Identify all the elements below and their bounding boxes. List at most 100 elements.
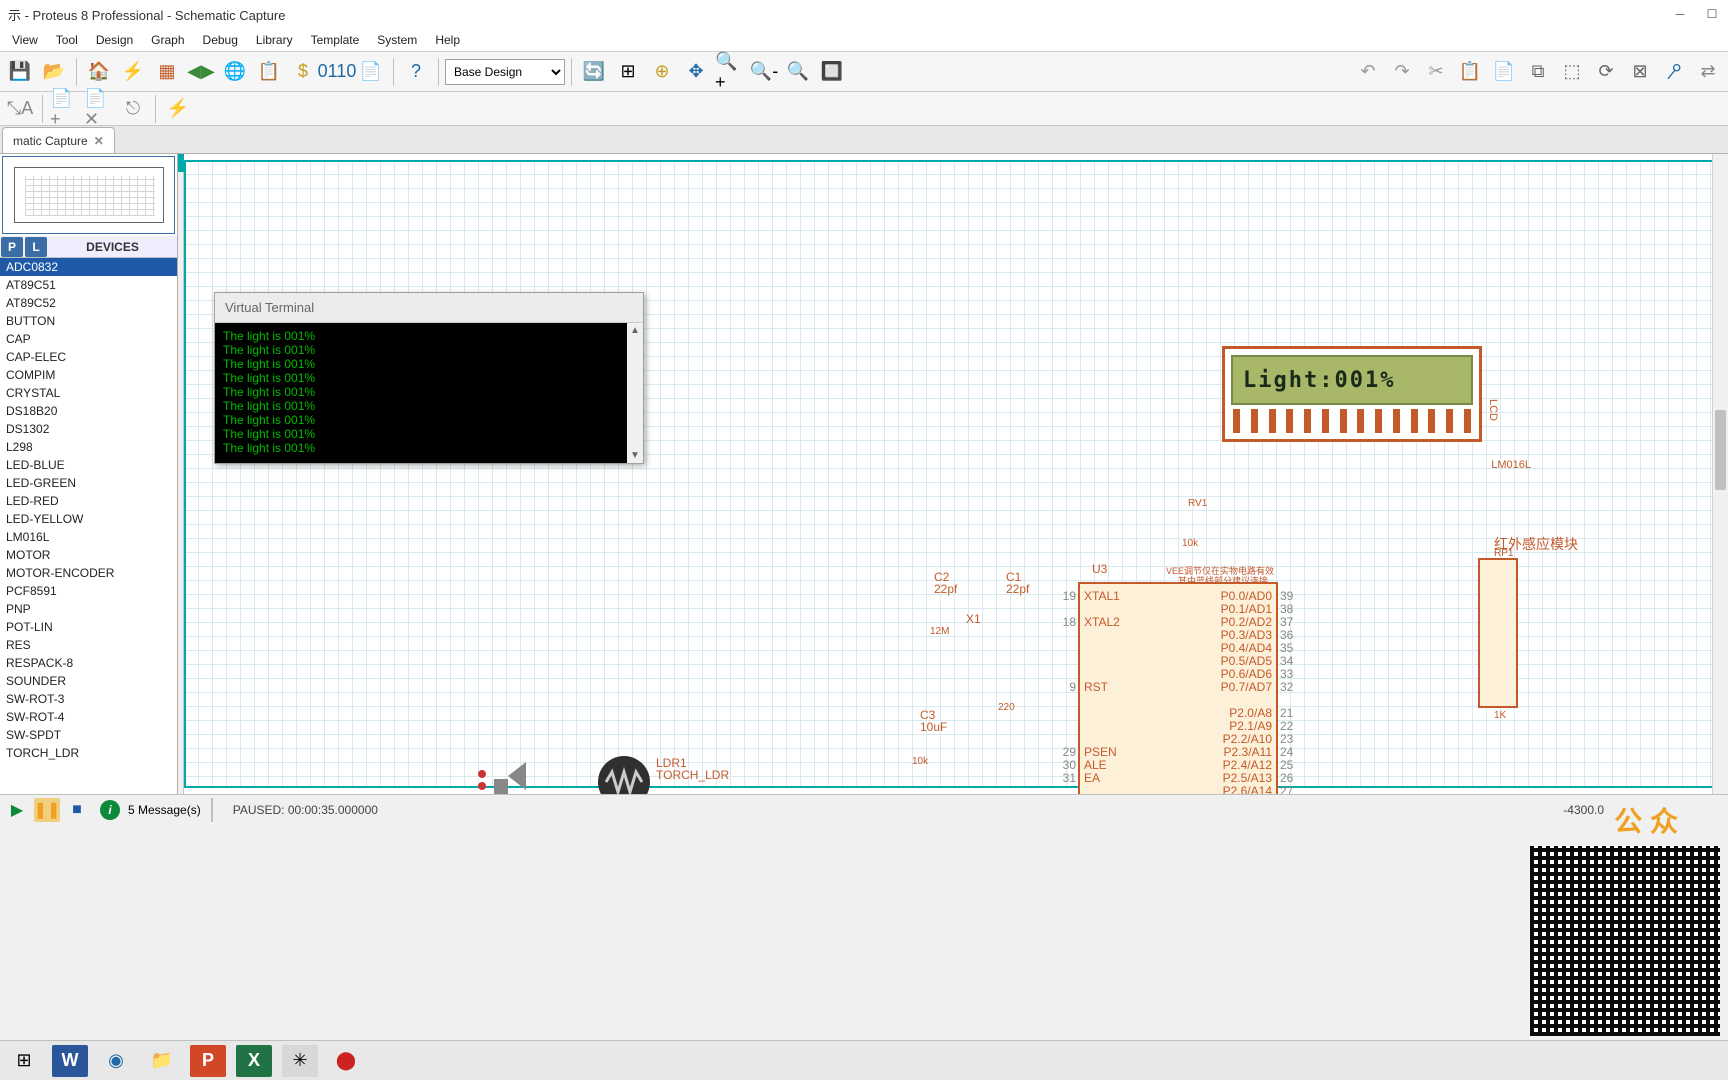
canvas-scrollbar-vertical[interactable] <box>1712 154 1728 794</box>
gerber-icon[interactable]: 🌐 <box>219 56 251 88</box>
device-item[interactable]: LED-YELLOW <box>0 510 177 528</box>
menu-help[interactable]: Help <box>427 31 468 49</box>
zoom-fit-icon[interactable]: 🔍 <box>782 56 814 88</box>
device-item[interactable]: CAP-ELEC <box>0 348 177 366</box>
bom-icon[interactable]: 📋 <box>253 56 285 88</box>
sounder-icon[interactable] <box>494 762 534 790</box>
home-icon[interactable]: 🏠 <box>83 56 115 88</box>
device-item[interactable]: AT89C52 <box>0 294 177 312</box>
libraries-button[interactable]: L <box>25 237 47 257</box>
device-item[interactable]: RESPACK-8 <box>0 654 177 672</box>
virtual-terminal-window[interactable]: Virtual Terminal The light is 001%The li… <box>214 292 644 464</box>
menu-graph[interactable]: Graph <box>143 31 192 49</box>
proteus-taskbar-icon[interactable]: ✳ <box>282 1045 318 1077</box>
device-item[interactable]: LED-BLUE <box>0 456 177 474</box>
window-maximize-button[interactable]: ☐ <box>1704 7 1720 21</box>
undo-icon[interactable]: ↶ <box>1352 56 1384 88</box>
menu-design[interactable]: Design <box>88 31 141 49</box>
device-item[interactable]: MOTOR-ENCODER <box>0 564 177 582</box>
taskview-icon[interactable]: ⊞ <box>6 1045 42 1077</box>
pick-parts-button[interactable]: P <box>1 237 23 257</box>
device-item[interactable]: CAP <box>0 330 177 348</box>
device-item[interactable]: COMPIM <box>0 366 177 384</box>
message-badge-icon[interactable]: i <box>100 800 120 820</box>
schematic-icon[interactable]: ⚡ <box>117 56 149 88</box>
device-item[interactable]: POT-LIN <box>0 618 177 636</box>
device-list[interactable]: ADC0832AT89C51AT89C52BUTTONCAPCAP-ELECCO… <box>0 258 177 794</box>
lightning-icon[interactable]: ⚡ <box>162 93 194 125</box>
menu-system[interactable]: System <box>369 31 425 49</box>
device-item[interactable]: SW-ROT-4 <box>0 708 177 726</box>
excel-icon[interactable]: X <box>236 1045 272 1077</box>
device-item[interactable]: SOUNDER <box>0 672 177 690</box>
paste-icon[interactable]: 📄 <box>1488 56 1520 88</box>
tab-schematic-capture[interactable]: matic Capture ✕ <box>2 127 115 153</box>
schematic-preview[interactable] <box>2 156 175 234</box>
menu-debug[interactable]: Debug <box>195 31 246 49</box>
help-icon[interactable]: ? <box>400 56 432 88</box>
device-item[interactable]: TORCH_LDR <box>0 744 177 762</box>
exit-parent-icon[interactable]: ⎋ <box>117 93 149 125</box>
virtual-terminal-title[interactable]: Virtual Terminal <box>215 293 643 323</box>
device-item[interactable]: SW-SPDT <box>0 726 177 744</box>
device-item[interactable]: PCF8591 <box>0 582 177 600</box>
device-item[interactable]: PNP <box>0 600 177 618</box>
device-item[interactable]: AT89C51 <box>0 276 177 294</box>
design-variant-select[interactable]: Base Design <box>445 59 565 85</box>
record-icon[interactable]: ⬤ <box>328 1045 364 1077</box>
play-button[interactable]: ▶ <box>4 798 30 822</box>
pause-button[interactable]: ❚❚ <box>34 798 60 822</box>
device-item[interactable]: DS1302 <box>0 420 177 438</box>
device-item[interactable]: CRYSTAL <box>0 384 177 402</box>
block-rotate-icon[interactable]: ⟳ <box>1590 56 1622 88</box>
origin-icon[interactable]: ⊕ <box>646 56 678 88</box>
package-icon[interactable]: ⇄ <box>1692 56 1724 88</box>
device-item[interactable]: LED-RED <box>0 492 177 510</box>
device-item[interactable]: LED-GREEN <box>0 474 177 492</box>
resistor-network[interactable] <box>1478 558 1518 708</box>
pick-icon[interactable]: 🝯 <box>1658 56 1690 88</box>
device-item[interactable]: BUTTON <box>0 312 177 330</box>
wps-icon[interactable]: ◉ <box>98 1045 134 1077</box>
design-explorer-icon[interactable]: $ <box>287 56 319 88</box>
grid-icon[interactable]: ⊞ <box>612 56 644 88</box>
notes-icon[interactable]: 📄 <box>355 56 387 88</box>
device-item[interactable]: SW-ROT-3 <box>0 690 177 708</box>
device-item[interactable]: ADC0832 <box>0 258 177 276</box>
menu-library[interactable]: Library <box>248 31 301 49</box>
device-item[interactable]: MOTOR <box>0 546 177 564</box>
zoom-out-icon[interactable]: 🔍- <box>748 56 780 88</box>
menu-view[interactable]: View <box>4 31 46 49</box>
import-icon[interactable]: 📂 <box>38 56 70 88</box>
device-item[interactable]: LM016L <box>0 528 177 546</box>
zoom-in-icon[interactable]: 🔍+ <box>714 56 746 88</box>
cut-icon[interactable]: ✂ <box>1420 56 1452 88</box>
menu-tool[interactable]: Tool <box>48 31 86 49</box>
stop-button[interactable]: ■ <box>64 798 90 822</box>
zoom-area-icon[interactable]: 🔲 <box>816 56 848 88</box>
folder-icon[interactable]: 📁 <box>144 1045 180 1077</box>
device-item[interactable]: L298 <box>0 438 177 456</box>
device-item[interactable]: RES <box>0 636 177 654</box>
block-delete-icon[interactable]: ⊠ <box>1624 56 1656 88</box>
powerpoint-icon[interactable]: P <box>190 1045 226 1077</box>
redo-icon[interactable]: ↷ <box>1386 56 1418 88</box>
vterm-scrollbar[interactable]: ▲▼ <box>627 323 643 463</box>
block-copy-icon[interactable]: ⧉ <box>1522 56 1554 88</box>
message-count[interactable]: 5 Message(s) <box>128 803 201 817</box>
pan-icon[interactable]: ✥ <box>680 56 712 88</box>
tab-close-icon[interactable]: ✕ <box>94 134 104 148</box>
delete-sheet-icon[interactable]: 📄✕ <box>83 93 115 125</box>
pcb-icon[interactable]: ▦ <box>151 56 183 88</box>
word-icon[interactable]: W <box>52 1045 88 1077</box>
window-minimize-button[interactable]: ─ <box>1672 7 1688 21</box>
copy-icon[interactable]: 📋 <box>1454 56 1486 88</box>
save-icon[interactable]: 💾 <box>4 56 36 88</box>
3d-icon[interactable]: ◀▶ <box>185 56 217 88</box>
select-tool-icon[interactable]: ⤡A <box>4 93 36 125</box>
refresh-icon[interactable]: 🔄 <box>578 56 610 88</box>
lcd-component[interactable]: Light:001% LCD LM016L <box>1222 346 1482 442</box>
block-move-icon[interactable]: ⬚ <box>1556 56 1588 88</box>
mcu-chip[interactable]: U3 AT89C52 XTAL1XTAL2RSTPSENALEEAP1.0/T2… <box>1078 582 1278 794</box>
device-item[interactable]: DS18B20 <box>0 402 177 420</box>
